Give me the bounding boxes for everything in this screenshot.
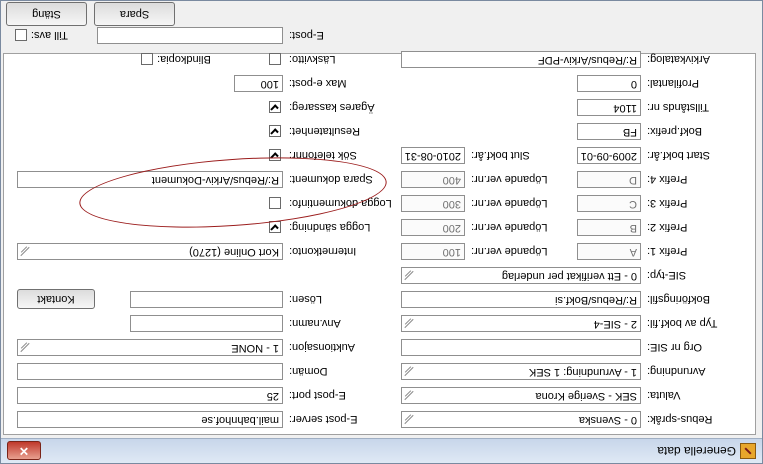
left-field-label: Prefix 3: <box>647 197 688 209</box>
left-field-label: Typ av bokf.fil: <box>647 317 718 329</box>
left-field-label: Bokf.prefix: <box>647 125 703 137</box>
left-field-input[interactable]: B <box>577 219 641 236</box>
left-field-value: 2 - SIE-4 <box>593 318 637 330</box>
log-sending-checkbox[interactable] <box>269 221 281 233</box>
generella-data-window: Generella data ✕ Rebus-språk: 0 - Svenska… <box>0 0 763 464</box>
left-field-input[interactable]: R:/Rebus/Arkiv-PDF <box>401 51 641 68</box>
email-port-label: E-post port: <box>289 389 346 401</box>
internet-account-label: Internetkonto: <box>289 245 357 257</box>
max-email-label: Max e-post: <box>289 77 347 89</box>
internet-account-dropdown[interactable]: Kort Online (1270) <box>17 243 283 260</box>
left-field-label: Bokföringsfil: <box>647 293 710 305</box>
left-field-input[interactable]: 0 <box>577 75 641 92</box>
result-units-checkbox[interactable] <box>269 125 281 137</box>
left-field-input[interactable]: R:/Rebus/Bokf.si <box>401 291 641 308</box>
blind-copy-checkbox[interactable] <box>141 53 153 65</box>
left-field-value: 0 - Ett verifikat per underlag <box>501 270 637 282</box>
dropdown-grip-icon <box>405 415 415 424</box>
left-field-input[interactable]: FB <box>577 123 641 140</box>
domain-label: Domän: <box>289 365 328 377</box>
username-field[interactable] <box>130 315 283 332</box>
left-field-value: 0 - Svenska <box>578 414 637 426</box>
email-port-field[interactable]: 25 <box>17 387 283 404</box>
to-sender-label: Till avs: <box>31 29 68 41</box>
close-button[interactable]: Stäng <box>6 2 87 26</box>
internet-account-value: Kort Online (1270) <box>189 246 279 258</box>
domain-field[interactable] <box>17 363 283 380</box>
password-field[interactable] <box>130 291 283 308</box>
close-window-button[interactable]: ✕ <box>7 441 41 460</box>
left-field-label: Rebus-språk: <box>647 413 713 425</box>
auction-site-dropdown[interactable]: 1 - NONE <box>17 339 283 356</box>
left-field-label: Avrundning: <box>647 365 706 377</box>
middle-field-label: Slut bokf.år: <box>471 149 530 161</box>
left-field-label: Tillstånds nr: <box>647 101 709 113</box>
middle-field-label: Löpande ver.nr: <box>471 245 548 257</box>
app-icon <box>740 443 756 459</box>
left-field-input[interactable]: 1104 <box>577 99 641 116</box>
dropdown-grip-icon <box>405 271 415 280</box>
left-field-input[interactable]: D <box>577 171 641 188</box>
left-field-dropdown[interactable]: 0 - Ett verifikat per underlag <box>401 267 641 284</box>
dropdown-grip-icon <box>405 391 415 400</box>
middle-field-input[interactable]: 100 <box>401 243 465 260</box>
blind-copy-label: Blindkopia: <box>157 53 211 65</box>
left-field-input[interactable]: A <box>577 243 641 260</box>
left-field-value: 1 - Avrundning: 1 SEK <box>528 366 637 378</box>
left-field-label: SIE-typ: <box>647 269 687 281</box>
result-units-label: Resultatenhet: <box>289 125 360 137</box>
left-field-label: Prefix 1: <box>647 245 688 257</box>
left-field-label: Arkivkatalog: <box>647 53 710 65</box>
read-receipt-label: Läskvitto: <box>289 53 336 65</box>
max-email-field[interactable]: 100 <box>234 75 283 92</box>
own-registers-checkbox[interactable] <box>269 101 281 113</box>
left-field-label: Valuta: <box>647 389 681 401</box>
own-registers-label: Ägares kassareg: <box>289 101 375 113</box>
dropdown-grip-icon <box>21 247 31 256</box>
left-field-dropdown[interactable]: SEK - Sverige Krona <box>401 387 641 404</box>
left-field-dropdown[interactable]: 0 - Svenska <box>401 411 641 428</box>
dropdown-grip-icon <box>405 367 415 376</box>
username-label: Anv.namn: <box>289 317 341 329</box>
email-server-label: E-post server: <box>289 413 358 425</box>
dropdown-grip-icon <box>21 343 31 352</box>
left-field-input[interactable]: C <box>577 195 641 212</box>
middle-field-label: Löpande ver.nr: <box>471 173 548 185</box>
title-bar: Generella data ✕ <box>1 438 762 463</box>
left-field-input[interactable]: 2009-09-01 <box>577 147 641 164</box>
left-field-dropdown[interactable]: 1 - Avrundning: 1 SEK <box>401 363 641 380</box>
left-field-label: Prefix 2: <box>647 221 688 233</box>
password-label: Lösen: <box>289 293 323 305</box>
left-field-dropdown[interactable]: 2 - SIE-4 <box>401 315 641 332</box>
middle-field-label: Löpande ver.nr: <box>471 197 548 209</box>
save-button[interactable]: Spara <box>94 2 175 26</box>
email-field[interactable] <box>97 27 283 44</box>
log-sending-label: Logga sändning: <box>289 221 371 233</box>
read-receipt-checkbox[interactable] <box>269 53 281 65</box>
left-field-label: Org nr SIE: <box>647 341 703 353</box>
left-field-label: Prefix 4: <box>647 173 688 185</box>
contact-button[interactable]: Kontakt <box>17 289 95 309</box>
auction-site-value: 1 - NONE <box>231 342 279 354</box>
left-field-input[interactable] <box>401 339 641 356</box>
left-field-label: Start bokf.år: <box>647 149 710 161</box>
left-field-label: Profilantal: <box>647 77 699 89</box>
dropdown-grip-icon <box>405 319 415 328</box>
middle-field-label: Löpande ver.nr: <box>471 221 548 233</box>
left-field-value: SEK - Sverige Krona <box>535 390 638 402</box>
form-panel: Rebus-språk: 0 - Svenska Valuta: SEK - Sver… <box>3 27 756 435</box>
window-title: Generella data <box>657 444 736 458</box>
email-server-field[interactable]: mail.bahnhof.se <box>17 411 283 428</box>
auction-site-label: Auktionsajon: <box>289 341 356 353</box>
to-sender-checkbox[interactable] <box>15 29 27 41</box>
email-label: E-post: <box>289 29 324 41</box>
